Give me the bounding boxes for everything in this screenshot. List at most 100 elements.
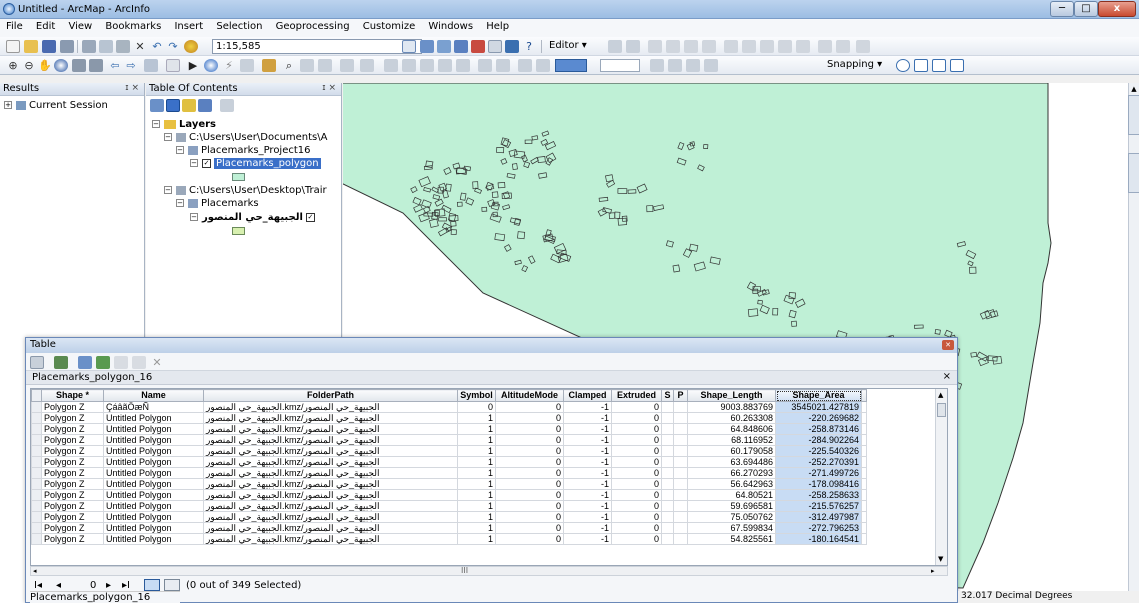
- table-cell[interactable]: 1: [457, 489, 496, 501]
- layer1-symbol[interactable]: [232, 173, 245, 181]
- table-cell[interactable]: الجبيهة_حي المنصور/kmz.الجبيهة_حي المنصو…: [203, 401, 458, 413]
- table-cell[interactable]: 1: [457, 533, 496, 545]
- table-cell[interactable]: 64.848606: [687, 423, 776, 435]
- table-footer-tab[interactable]: Placemarks_polygon_16: [30, 591, 180, 603]
- clear-table-selection-icon[interactable]: [114, 356, 128, 369]
- table-cell[interactable]: ÇáâãÖæÑ: [103, 401, 204, 413]
- table-close-button[interactable]: ✕: [942, 340, 954, 350]
- table-cell[interactable]: -215.576257: [775, 500, 862, 512]
- sketch-properties-icon[interactable]: [836, 40, 850, 53]
- column-header[interactable]: Shape *: [41, 389, 104, 402]
- table-cell[interactable]: [673, 522, 688, 534]
- table-cell[interactable]: 1: [457, 445, 496, 457]
- table-cell[interactable]: [661, 456, 674, 468]
- table-cell[interactable]: 1: [457, 478, 496, 490]
- table-cell[interactable]: [661, 522, 674, 534]
- table-cell[interactable]: 9003.883769: [687, 401, 776, 413]
- time-slider-icon[interactable]: [340, 59, 354, 72]
- table-cell[interactable]: [673, 456, 688, 468]
- add-data-icon[interactable]: [184, 40, 198, 53]
- table-row[interactable]: Polygon Z Untitled Polygon الجبيهة_حي المن…: [31, 412, 867, 424]
- table-cell[interactable]: Untitled Polygon: [103, 423, 204, 435]
- table-row[interactable]: Polygon Z Untitled Polygon الجبيهة_حي المن…: [31, 467, 867, 479]
- layer2-checkbox[interactable]: ✓: [305, 212, 315, 222]
- column-header[interactable]: Shape_Area: [775, 389, 862, 402]
- snapping-menu[interactable]: Snapping ▾: [827, 59, 882, 70]
- table-cell[interactable]: Polygon Z: [41, 456, 104, 468]
- table-cell[interactable]: 0: [495, 412, 564, 424]
- tool-d-icon[interactable]: [704, 59, 718, 72]
- row-selector[interactable]: [31, 434, 42, 446]
- georef-tool2-icon[interactable]: [496, 59, 510, 72]
- trace-icon[interactable]: [684, 40, 698, 53]
- table-cell[interactable]: 0: [495, 445, 564, 457]
- table-cell[interactable]: -271.499726: [775, 467, 862, 479]
- last-record-button[interactable]: ▸I: [122, 580, 130, 591]
- menu-file[interactable]: File: [0, 19, 27, 32]
- grid-vertical-scrollbar[interactable]: ▲ ▼: [935, 389, 947, 565]
- edit-annotation-icon[interactable]: [626, 40, 640, 53]
- table-cell[interactable]: 0: [495, 489, 564, 501]
- table-cell[interactable]: 0: [495, 456, 564, 468]
- column-header[interactable]: AltitudeMode: [495, 389, 564, 402]
- list-by-source-icon[interactable]: [166, 99, 180, 112]
- effects-icon[interactable]: [518, 59, 532, 72]
- table-cell[interactable]: الجبيهة_حي المنصور/kmz.الجبيهة_حي المنصو…: [203, 478, 458, 490]
- table-cell[interactable]: الجبيهة_حي المنصور/kmz.الجبيهة_حي المنصو…: [203, 467, 458, 479]
- table-row[interactable]: Polygon Z Untitled Polygon الجبيهة_حي المن…: [31, 489, 867, 501]
- identify-icon[interactable]: [204, 59, 218, 72]
- scroll-right-icon[interactable]: ▸: [931, 567, 935, 575]
- table-cell[interactable]: -1: [563, 489, 612, 501]
- table-cell[interactable]: -1: [563, 401, 612, 413]
- table-cell[interactable]: الجبيهة_حي المنصور/kmz.الجبيهة_حي المنصو…: [203, 434, 458, 446]
- table-cell[interactable]: -178.098416: [775, 478, 862, 490]
- row-selector[interactable]: [31, 423, 42, 435]
- table-cell[interactable]: Untitled Polygon: [103, 522, 204, 534]
- table-cell[interactable]: 0: [611, 511, 662, 523]
- editor-menu[interactable]: Editor ▾: [549, 40, 587, 51]
- effects2-icon[interactable]: [536, 59, 550, 72]
- table-row[interactable]: Polygon Z Untitled Polygon الجبيهة_حي المن…: [31, 423, 867, 435]
- edit-vertices-icon[interactable]: [724, 40, 738, 53]
- table-cell[interactable]: 56.642963: [687, 478, 776, 490]
- table-cell[interactable]: [661, 500, 674, 512]
- find-route-icon[interactable]: [300, 59, 314, 72]
- table-cell[interactable]: 0: [495, 533, 564, 545]
- tool-a-icon[interactable]: [650, 59, 664, 72]
- table-cell[interactable]: Untitled Polygon: [103, 456, 204, 468]
- table-row[interactable]: Polygon Z ÇáâãÖæÑ الجبيهة_حي المنصور/kmz.ا…: [31, 401, 867, 413]
- layout-back-icon[interactable]: [456, 59, 470, 72]
- table-cell[interactable]: [661, 434, 674, 446]
- html-popup-icon[interactable]: [240, 59, 254, 72]
- table-cell[interactable]: -1: [563, 511, 612, 523]
- row-selector[interactable]: [31, 401, 42, 413]
- column-header[interactable]: FolderPath: [203, 389, 458, 402]
- table-cell[interactable]: 0: [495, 522, 564, 534]
- menu-selection[interactable]: Selection: [210, 19, 266, 32]
- zoom-to-selected-icon[interactable]: [132, 356, 146, 369]
- table-tab[interactable]: Placemarks_polygon_16 ×: [26, 371, 957, 385]
- prev-record-button[interactable]: ◂: [56, 580, 61, 591]
- results-close-button[interactable]: ɪ ×: [125, 83, 139, 93]
- table-cell[interactable]: [661, 533, 674, 545]
- table-cell[interactable]: 0: [495, 434, 564, 446]
- table-cell[interactable]: Untitled Polygon: [103, 445, 204, 457]
- toc-group-2[interactable]: − Placemarks: [176, 198, 259, 209]
- table-row[interactable]: Polygon Z Untitled Polygon الجبيهة_حي المن…: [31, 445, 867, 457]
- redo-icon[interactable]: ↷: [166, 40, 180, 53]
- column-header[interactable]: Name: [103, 389, 204, 402]
- table-cell[interactable]: -284.902264: [775, 434, 862, 446]
- table-cell[interactable]: 68.116952: [687, 434, 776, 446]
- table-cell[interactable]: Untitled Polygon: [103, 511, 204, 523]
- table-row[interactable]: Polygon Z Untitled Polygon الجبيهة_حي المن…: [31, 478, 867, 490]
- table-cell[interactable]: [673, 467, 688, 479]
- record-number-field[interactable]: 0: [90, 580, 96, 591]
- menu-windows[interactable]: Windows: [422, 19, 477, 32]
- clear-selection-icon[interactable]: [166, 59, 180, 72]
- column-header[interactable]: Clamped: [563, 389, 612, 402]
- table-row[interactable]: Polygon Z Untitled Polygon الجبيهة_حي المن…: [31, 500, 867, 512]
- table-cell[interactable]: Polygon Z: [41, 401, 104, 413]
- vertex-snapping-icon[interactable]: [932, 59, 946, 72]
- close-button[interactable]: x: [1098, 1, 1136, 17]
- table-cell[interactable]: [661, 511, 674, 523]
